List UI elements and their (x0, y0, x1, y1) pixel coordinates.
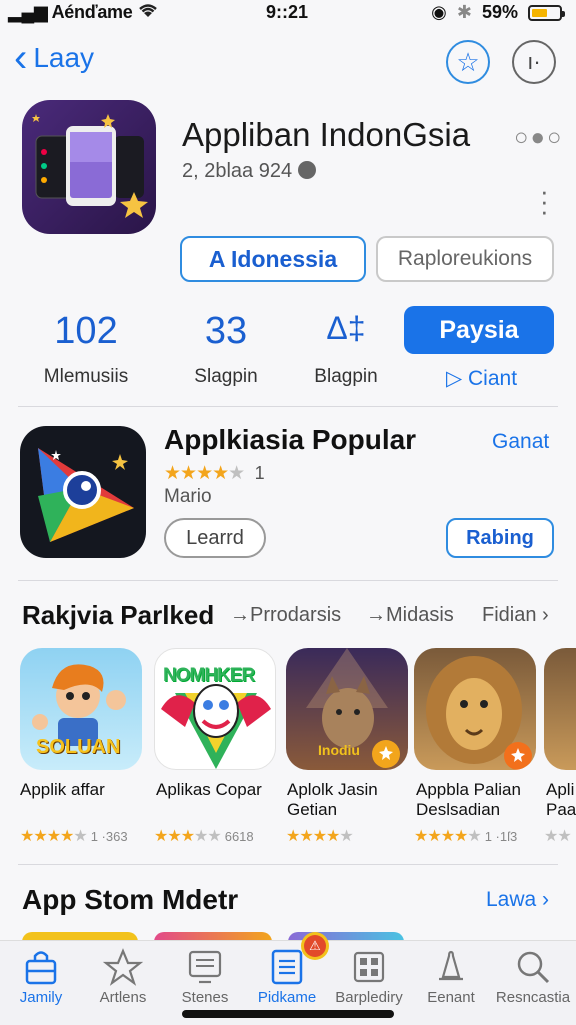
home-indicator (182, 1010, 394, 1018)
carrier-label: ▂▄▆ Aénďame (8, 2, 159, 23)
popular-developer: Mario (164, 486, 212, 507)
divider (18, 864, 558, 865)
grid-icon (353, 951, 385, 983)
favorite-button[interactable]: ☆ (446, 40, 490, 84)
arrow-right-icon: → (230, 604, 250, 626)
app-icon[interactable] (22, 100, 156, 234)
app-subtitle: 2, 2blaa 924 (182, 160, 316, 183)
play-icon: ▷ (446, 367, 463, 390)
tile-1-logo-text: SOLUAN (36, 736, 121, 758)
divider (18, 406, 558, 407)
tab-family[interactable]: Jamily (0, 941, 82, 1025)
stat-label-1: Mlemusiis (43, 366, 129, 387)
rating-button[interactable]: Rabing (446, 518, 554, 558)
play-link[interactable]: ▷ Ciant (446, 366, 517, 391)
app-tile-3[interactable]: Inodiu (286, 648, 408, 770)
store-see-all-link[interactable]: Lawa › (486, 888, 549, 912)
more-options-icon[interactable]: ○●○ (514, 124, 564, 152)
tile-1-name: Applik affar (20, 780, 105, 799)
tile-3-name: Aplolk Jasin Getian (287, 780, 378, 819)
chevron-right-icon: › (542, 604, 549, 626)
stat-value-1: 102 (54, 310, 118, 352)
tab-search[interactable]: Resncastia (492, 941, 574, 1025)
vertical-menu-icon[interactable]: · · · (540, 178, 549, 224)
app-tile-1[interactable]: SOLUAN (20, 648, 142, 770)
monitor-icon (188, 950, 222, 984)
stat-label-3: Blagpin (314, 366, 378, 387)
app-tile-5[interactable] (544, 648, 576, 770)
region-button[interactable]: A Idonessia (180, 236, 366, 282)
tile-4-name: Appbla Palian Deslsadian (416, 780, 521, 819)
app-tile-2[interactable]: NOMHKER (154, 648, 276, 770)
filter-2[interactable]: →Midasis (366, 604, 454, 627)
bag-icon (25, 951, 57, 985)
chevron-right-icon: › (542, 888, 550, 911)
filter-1[interactable]: →Prrodarsis (230, 604, 341, 627)
filter-3[interactable]: Fidian › (482, 604, 549, 627)
bluetooth-icon: ✱ (456, 2, 472, 22)
info-button[interactable]: ı· (512, 40, 556, 84)
tab-articles[interactable]: Artlens (82, 941, 164, 1025)
battery-icon (528, 4, 565, 21)
tile-2-name: Aplikas Copar (156, 780, 262, 799)
arrow-right-icon: → (366, 604, 386, 626)
status-time: 9::21 (266, 2, 309, 22)
tile-5-rating: ★★ (544, 828, 572, 845)
star-icon (103, 948, 143, 986)
tile-4-rating: ★★★★★ 1 ·1ſ3 (414, 828, 518, 845)
tile-1-rating: ★★★★★ 1 ·363 (20, 828, 128, 845)
tab-eenant[interactable]: Eenant (410, 941, 492, 1025)
tile-2-logo-text: NOMHKER (163, 665, 255, 686)
ranked-title: Rakjvia Parlked (22, 600, 215, 630)
app-title: Appliban IndonGsia (182, 116, 471, 153)
bell-icon (439, 950, 463, 981)
stat-value-2: 33 (204, 310, 248, 352)
stat-label-2: Slagpin (194, 366, 258, 387)
back-button[interactable]: ‹ Laay (14, 36, 94, 80)
tile-5-name: ApliPaat (546, 780, 576, 819)
status-bar: ▂▄▆ Aénďame 9::21 ◉ ✱ 59% (0, 0, 576, 28)
notification-badge: ⚠ (304, 935, 326, 957)
popular-rating: ★★★★★ 1 (164, 463, 265, 484)
signal-icon: ▂▄▆ (8, 2, 48, 22)
lock-rotation-icon: ◉ (431, 2, 447, 22)
tile-3-logo-text: Inodiu (318, 742, 360, 758)
battery-percent: 59% (481, 2, 518, 22)
store-section-title: App Stom Mdetr (22, 884, 239, 915)
chevron-left-icon: ‹ (14, 36, 28, 80)
search-icon (517, 951, 550, 984)
popular-app-icon[interactable] (20, 426, 146, 558)
get-button[interactable]: Paysia (404, 306, 554, 354)
info-icon: ı· (527, 49, 541, 74)
app-tile-4[interactable] (414, 648, 536, 770)
divider (18, 580, 558, 581)
reports-button[interactable]: Raploreukions (376, 236, 554, 282)
globe-icon (297, 161, 316, 179)
rating-stars: ★★★★★ (164, 463, 245, 484)
stat-value-3: Δ‡ (326, 310, 366, 346)
star-icon: ☆ (456, 46, 480, 77)
tile-3-rating: ★★★★★ (286, 828, 354, 845)
learn-button[interactable]: Learrd (164, 518, 266, 558)
popular-app-title: Applkiasia Popular (164, 424, 417, 455)
wifi-icon (137, 2, 159, 22)
tile-2-rating: ★★★★★ 6618 (154, 828, 254, 845)
popular-link[interactable]: Ganat (492, 430, 549, 454)
list-icon (271, 949, 303, 985)
